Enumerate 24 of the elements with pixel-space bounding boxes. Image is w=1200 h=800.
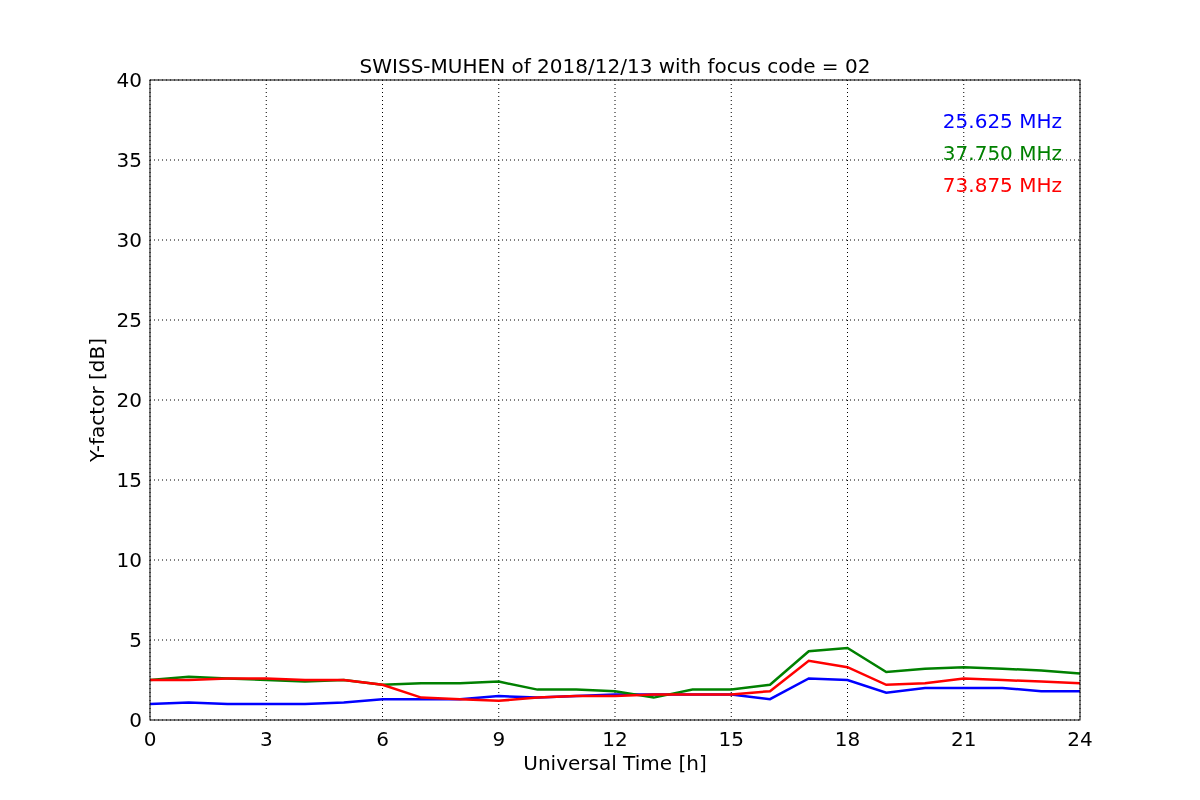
x-tick-label: 0 — [143, 727, 157, 751]
legend-label: 37.750 MHz — [942, 141, 1062, 165]
y-axis-label: Y-factor [dB] — [85, 338, 109, 462]
y-tick-label: 30 — [116, 228, 142, 252]
legend-label: 73.875 MHz — [942, 173, 1062, 197]
x-tick-label: 3 — [259, 727, 273, 751]
x-tick-label: 12 — [602, 727, 628, 751]
y-tick-label: 35 — [116, 148, 142, 172]
x-tick-label: 24 — [1067, 727, 1093, 751]
y-tick-label: 0 — [129, 708, 142, 732]
y-tick-label: 20 — [116, 388, 142, 412]
x-tick-label: 15 — [718, 727, 744, 751]
y-tick-label: 5 — [129, 628, 142, 652]
y-tick-label: 40 — [116, 68, 142, 92]
x-tick-label: 18 — [834, 727, 861, 751]
y-tick-label: 25 — [116, 308, 142, 332]
legend-label: 25.625 MHz — [942, 109, 1062, 133]
y-tick-label: 15 — [116, 468, 142, 492]
chart-title: SWISS-MUHEN of 2018/12/13 with focus code = 02 — [359, 54, 871, 78]
y-tick-label: 10 — [116, 548, 142, 572]
x-tick-label: 21 — [951, 727, 977, 751]
x-tick-label: 6 — [376, 727, 389, 751]
x-axis-label: Universal Time [h] — [523, 751, 707, 775]
x-tick-label: 9 — [492, 727, 506, 751]
